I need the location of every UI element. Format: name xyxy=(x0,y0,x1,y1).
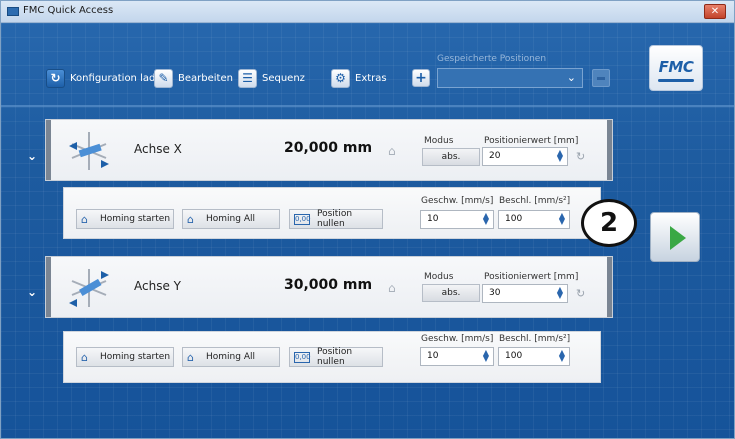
axis-x-detail-panel: ⌂ Homing starten ⌂ Homing All 0,00 Posit… xyxy=(63,187,601,239)
axis-y-expand-toggle[interactable]: ⌄ xyxy=(27,285,37,299)
axis-x-positionierwert-value: 20 xyxy=(489,151,501,161)
axis-x-modus-label: Modus xyxy=(424,136,454,146)
position-nullen-label: Position nullen xyxy=(317,347,353,367)
gespeicherte-positionen-label: Gespeicherte Positionen xyxy=(437,54,547,64)
spinner-icon[interactable]: ▲ ▼ xyxy=(558,212,566,226)
axis-x-left-bar xyxy=(46,120,51,180)
extras-button[interactable]: ⚙ Extras xyxy=(331,68,387,88)
axis-y-direction-icon xyxy=(69,269,109,307)
spinner-icon[interactable]: ▲ ▼ xyxy=(556,286,564,300)
axis-y-homing-starten-button[interactable]: ⌂ Homing starten xyxy=(76,347,174,367)
axis-x-expand-toggle[interactable]: ⌄ xyxy=(27,149,37,163)
axis-y-name: Achse Y xyxy=(134,279,181,293)
zero-icon: 0,00 xyxy=(294,213,311,225)
axis-x-beschl-value: 100 xyxy=(505,214,523,224)
axis-x-direction-icon xyxy=(69,132,109,170)
axis-x-geschw-input[interactable]: 10 ▲ ▼ xyxy=(420,210,494,229)
axis-x-beschl-label: Beschl. [mm/s²] xyxy=(499,196,571,206)
sequenz-button[interactable]: ☰ Sequenz xyxy=(238,68,305,88)
home-icon: ⌂ xyxy=(187,213,194,226)
home-icon: ⌂ xyxy=(81,213,88,226)
spinner-icon[interactable]: ▲ ▼ xyxy=(482,212,490,226)
window-title: FMC Quick Access xyxy=(23,5,114,16)
axis-x-homing-starten-button[interactable]: ⌂ Homing starten xyxy=(76,209,174,229)
konfiguration-laden-button[interactable]: ↻ Konfiguration laden xyxy=(46,68,168,88)
toolbar-divider xyxy=(1,105,734,107)
add-position-button[interactable]: + xyxy=(412,69,430,87)
logo-underline xyxy=(658,79,694,82)
list-icon: ☰ xyxy=(238,68,257,88)
bearbeiten-button[interactable]: ✎ Bearbeiten xyxy=(154,68,233,88)
axis-y-left-bar xyxy=(46,257,51,317)
axis-y-geschw-input[interactable]: 10 ▲ ▼ xyxy=(420,347,494,366)
chevron-down-icon: ⌄ xyxy=(566,71,576,84)
axis-x-positionierwert-input[interactable]: 20 ▲ ▼ xyxy=(482,147,568,166)
extras-label: Extras xyxy=(355,72,387,84)
axis-x-position-nullen-button[interactable]: 0,00 Position nullen xyxy=(289,209,383,229)
axis-x-geschw-label: Geschw. [mm/s] xyxy=(421,196,494,206)
axis-y-right-bar xyxy=(607,257,612,317)
logo-text: FMC xyxy=(658,58,694,76)
play-button[interactable] xyxy=(650,212,700,262)
app-icon xyxy=(7,7,19,16)
pencil-icon: ✎ xyxy=(154,68,173,88)
axis-y-position-value: 30,000 mm xyxy=(284,277,373,293)
close-button[interactable]: ✕ xyxy=(704,4,726,19)
sequenz-label: Sequenz xyxy=(262,72,305,84)
axis-x-name: Achse X xyxy=(134,142,182,156)
axis-y-geschw-value: 10 xyxy=(427,351,439,361)
homing-all-label: Homing All xyxy=(206,352,255,362)
axis-y-position-nullen-button[interactable]: 0,00 Position nullen xyxy=(289,347,383,367)
reset-icon[interactable]: ↻ xyxy=(576,150,588,163)
home-icon: ⌂ xyxy=(388,144,396,158)
axis-y-homing-all-button[interactable]: ⌂ Homing All xyxy=(182,347,280,367)
spinner-icon[interactable]: ▲ ▼ xyxy=(556,149,564,163)
axis-y-positionierwert-label: Positionierwert [mm] xyxy=(484,272,579,282)
axis-x-geschw-value: 10 xyxy=(427,214,439,224)
axis-y-beschl-value: 100 xyxy=(505,351,523,361)
axis-x-right-bar xyxy=(607,120,612,180)
title-bar: FMC Quick Access ✕ xyxy=(1,1,734,23)
fmc-logo: FMC xyxy=(649,45,703,91)
axis-y-modus-button[interactable]: abs. xyxy=(422,284,480,302)
axis-y-beschl-label: Beschl. [mm/s²] xyxy=(499,334,571,344)
axis-y-card: Achse Y 30,000 mm ⌂ Modus abs. Positioni… xyxy=(45,256,613,318)
remove-position-button[interactable] xyxy=(592,69,610,87)
axis-x-card: Achse X 20,000 mm ⌂ Modus abs. Positioni… xyxy=(45,119,613,181)
axis-y-positionierwert-value: 30 xyxy=(489,288,501,298)
spinner-icon[interactable]: ▲ ▼ xyxy=(482,349,490,363)
home-icon: ⌂ xyxy=(388,281,396,295)
axis-y-beschl-input[interactable]: 100 ▲ ▼ xyxy=(498,347,570,366)
gear-icon: ⚙ xyxy=(331,68,350,88)
spinner-icon[interactable]: ▲ ▼ xyxy=(558,349,566,363)
axis-x-modus-button[interactable]: abs. xyxy=(422,148,480,166)
axis-y-modus-label: Modus xyxy=(424,272,454,282)
home-icon: ⌂ xyxy=(187,351,194,364)
home-icon: ⌂ xyxy=(81,351,88,364)
reset-icon[interactable]: ↻ xyxy=(576,287,588,300)
axis-y-detail-panel: ⌂ Homing starten ⌂ Homing All 0,00 Posit… xyxy=(63,331,601,383)
step-number-badge: 2 xyxy=(581,199,637,247)
reload-icon: ↻ xyxy=(46,68,65,88)
position-nullen-label: Position nullen xyxy=(317,209,353,229)
bearbeiten-label: Bearbeiten xyxy=(178,72,233,84)
zero-icon: 0,00 xyxy=(294,351,311,363)
axis-x-beschl-input[interactable]: 100 ▲ ▼ xyxy=(498,210,570,229)
axis-y-positionierwert-input[interactable]: 30 ▲ ▼ xyxy=(482,284,568,303)
axis-x-homing-all-button[interactable]: ⌂ Homing All xyxy=(182,209,280,229)
axis-x-position-value: 20,000 mm xyxy=(284,140,373,156)
homing-starten-label: Homing starten xyxy=(100,352,171,362)
homing-all-label: Homing All xyxy=(206,214,255,224)
axis-y-geschw-label: Geschw. [mm/s] xyxy=(421,334,494,344)
axis-x-positionierwert-label: Positionierwert [mm] xyxy=(484,136,579,146)
gespeicherte-positionen-select[interactable]: ⌄ xyxy=(437,68,583,88)
app-window: FMC Quick Access ✕ ↻ Konfiguration laden… xyxy=(0,0,735,439)
homing-starten-label: Homing starten xyxy=(100,214,171,224)
